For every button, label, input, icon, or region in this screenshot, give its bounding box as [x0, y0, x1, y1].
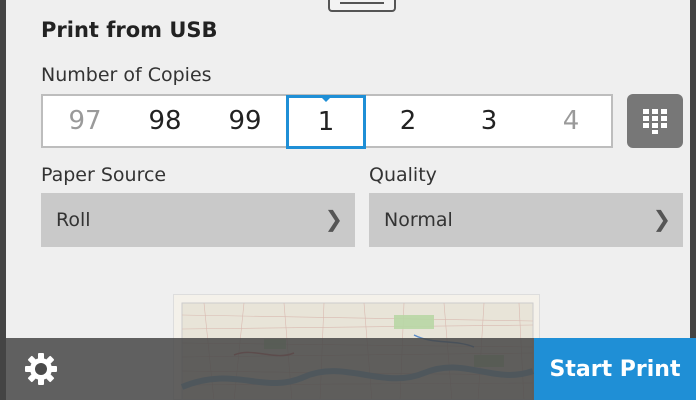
start-print-button[interactable]: Start Print [534, 338, 696, 400]
gear-icon[interactable] [24, 352, 58, 386]
chevron-right-icon: ❯ [324, 207, 343, 233]
paper-source-value: Roll [56, 209, 91, 231]
quality-value: Normal [384, 209, 453, 231]
page-title: Print from USB [41, 18, 218, 42]
copies-label: Number of Copies [41, 64, 212, 86]
copies-option-selected[interactable]: 1 [286, 95, 366, 149]
copies-picker[interactable]: 97 98 99 1 2 3 4 [41, 94, 613, 149]
quality-label: Quality [369, 164, 437, 186]
copies-option[interactable]: 97 [45, 96, 125, 146]
copies-option[interactable]: 98 [125, 96, 205, 146]
copies-option[interactable]: 99 [205, 96, 285, 146]
copies-option[interactable]: 3 [449, 96, 529, 146]
copies-option[interactable]: 2 [368, 96, 448, 146]
chevron-right-icon: ❯ [652, 207, 671, 233]
quality-select[interactable]: Normal ❯ [369, 193, 683, 247]
paper-source-label: Paper Source [41, 164, 167, 186]
paper-source-select[interactable]: Roll ❯ [41, 193, 355, 247]
drawer-handle[interactable] [328, 0, 396, 12]
keypad-icon [643, 109, 667, 134]
keypad-button[interactable] [627, 94, 683, 148]
copies-option[interactable]: 4 [531, 96, 611, 146]
